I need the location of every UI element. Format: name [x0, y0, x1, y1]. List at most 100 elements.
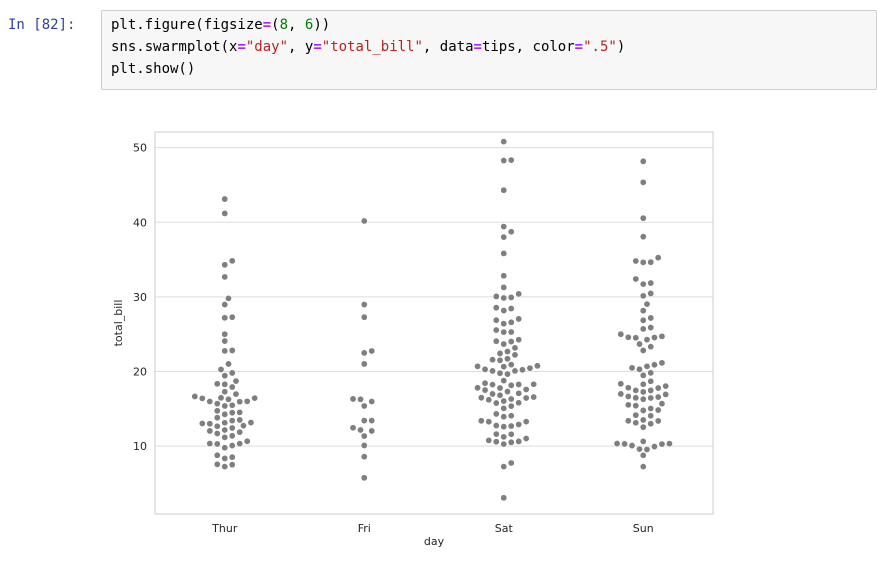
swarm-point [624, 392, 632, 400]
swarm-point [511, 351, 519, 359]
swarm-point [658, 400, 666, 408]
swarm-point [665, 440, 673, 448]
swarm-point [636, 340, 644, 348]
swarm-point [221, 380, 229, 388]
swarm-point [503, 370, 511, 378]
swarm-point [500, 377, 508, 385]
swarm-point [639, 214, 647, 222]
swarm-point [500, 283, 508, 291]
swarm-point [632, 386, 640, 394]
swarm-point [647, 405, 655, 413]
swarm-point [500, 440, 508, 448]
swarm-point [360, 432, 368, 440]
swarm-point [639, 395, 647, 403]
swarm-point [221, 195, 229, 203]
x-tick-labels: Thur Fri Sat Sun [211, 522, 654, 535]
swarm-point [213, 414, 221, 422]
swarm-point [507, 305, 515, 313]
swarm-point [492, 326, 500, 334]
swarm-point [492, 316, 500, 324]
swarm-point [632, 275, 640, 283]
swarm-point [650, 443, 658, 451]
swarm-point [662, 382, 670, 390]
swarm-point [507, 228, 515, 236]
x-tick-label: Sun [633, 522, 654, 535]
swarm-point [485, 436, 493, 444]
swarm-point [507, 402, 515, 410]
swarm-point [639, 325, 647, 333]
swarm-point [496, 391, 504, 399]
swarm-point [647, 289, 655, 297]
swarm-point [500, 397, 508, 405]
swarm-point [530, 393, 538, 401]
swarm-point [474, 362, 482, 370]
swarm-point [628, 364, 636, 372]
swarm-point [243, 397, 251, 405]
swarm-point [639, 416, 647, 424]
code-token: = [574, 39, 584, 55]
swarm-point [228, 401, 236, 409]
swarm-point [632, 402, 640, 410]
swarm-point [515, 437, 523, 445]
swarm-point [507, 395, 515, 403]
code-token: "total_bill" [321, 39, 423, 55]
swarm-point [236, 408, 244, 416]
code-token: "day" [245, 39, 289, 55]
swarm-point [613, 440, 621, 448]
swarm-point [368, 397, 376, 405]
swarm-point [198, 419, 206, 427]
swarm-point [228, 313, 236, 321]
swarm-point [485, 418, 493, 426]
swarm-point [360, 217, 368, 225]
swarm-point [500, 307, 508, 315]
code-line: plt.figure(figsize=(8, 6)) [111, 17, 330, 33]
swarm-point [647, 279, 655, 287]
swarm-point [221, 261, 229, 269]
swarm-point [639, 233, 647, 241]
swarm-point [500, 294, 508, 302]
swarm-point [221, 372, 229, 380]
swarm-point [500, 328, 508, 336]
swarm-point [500, 433, 508, 441]
swarm-point [357, 395, 365, 403]
swarm-point [515, 420, 523, 428]
swarm-point [624, 333, 632, 341]
y-tick-label: 50 [133, 142, 147, 155]
swarm-point [624, 384, 632, 392]
swarm-point [647, 394, 655, 402]
swarm-point [500, 413, 508, 421]
y-tick-label: 20 [133, 365, 147, 378]
swarm-point [533, 362, 541, 370]
swarm-point [503, 355, 511, 363]
code-token: , y [288, 39, 314, 55]
swarm-point [360, 301, 368, 309]
swarm-point [515, 399, 523, 407]
swarm-point [206, 427, 214, 435]
swarm-point [500, 404, 508, 412]
swarm-point [221, 433, 229, 441]
swarm-point [639, 292, 647, 300]
swarm-point [247, 419, 255, 427]
code-token: , [288, 17, 305, 33]
swarm-point [221, 314, 229, 322]
swarm-plot: 10 20 30 40 50 Thur Fri Sat Sun day total_bill [112, 131, 714, 548]
swarm-point [654, 254, 662, 262]
code-token: ".5" [583, 39, 617, 55]
swarm-point [492, 422, 500, 430]
swarm-point [647, 412, 655, 420]
code-cell[interactable]: plt.figure(figsize=(8, 6)) sns.swarmplot… [101, 10, 877, 90]
swarm-point [500, 463, 508, 471]
swarm-point [500, 138, 508, 146]
swarm-point [221, 402, 229, 410]
swarm-point [492, 410, 500, 418]
swarm-point [647, 314, 655, 322]
code-token: tips, color [481, 39, 575, 55]
swarm-point [500, 233, 508, 241]
swarm-point [221, 444, 229, 452]
swarm-point [221, 209, 229, 217]
swarm-point [639, 178, 647, 186]
swarm-point [515, 380, 523, 388]
code-token: = [237, 39, 246, 55]
swarm-point [507, 293, 515, 301]
swarm-point [496, 356, 504, 364]
